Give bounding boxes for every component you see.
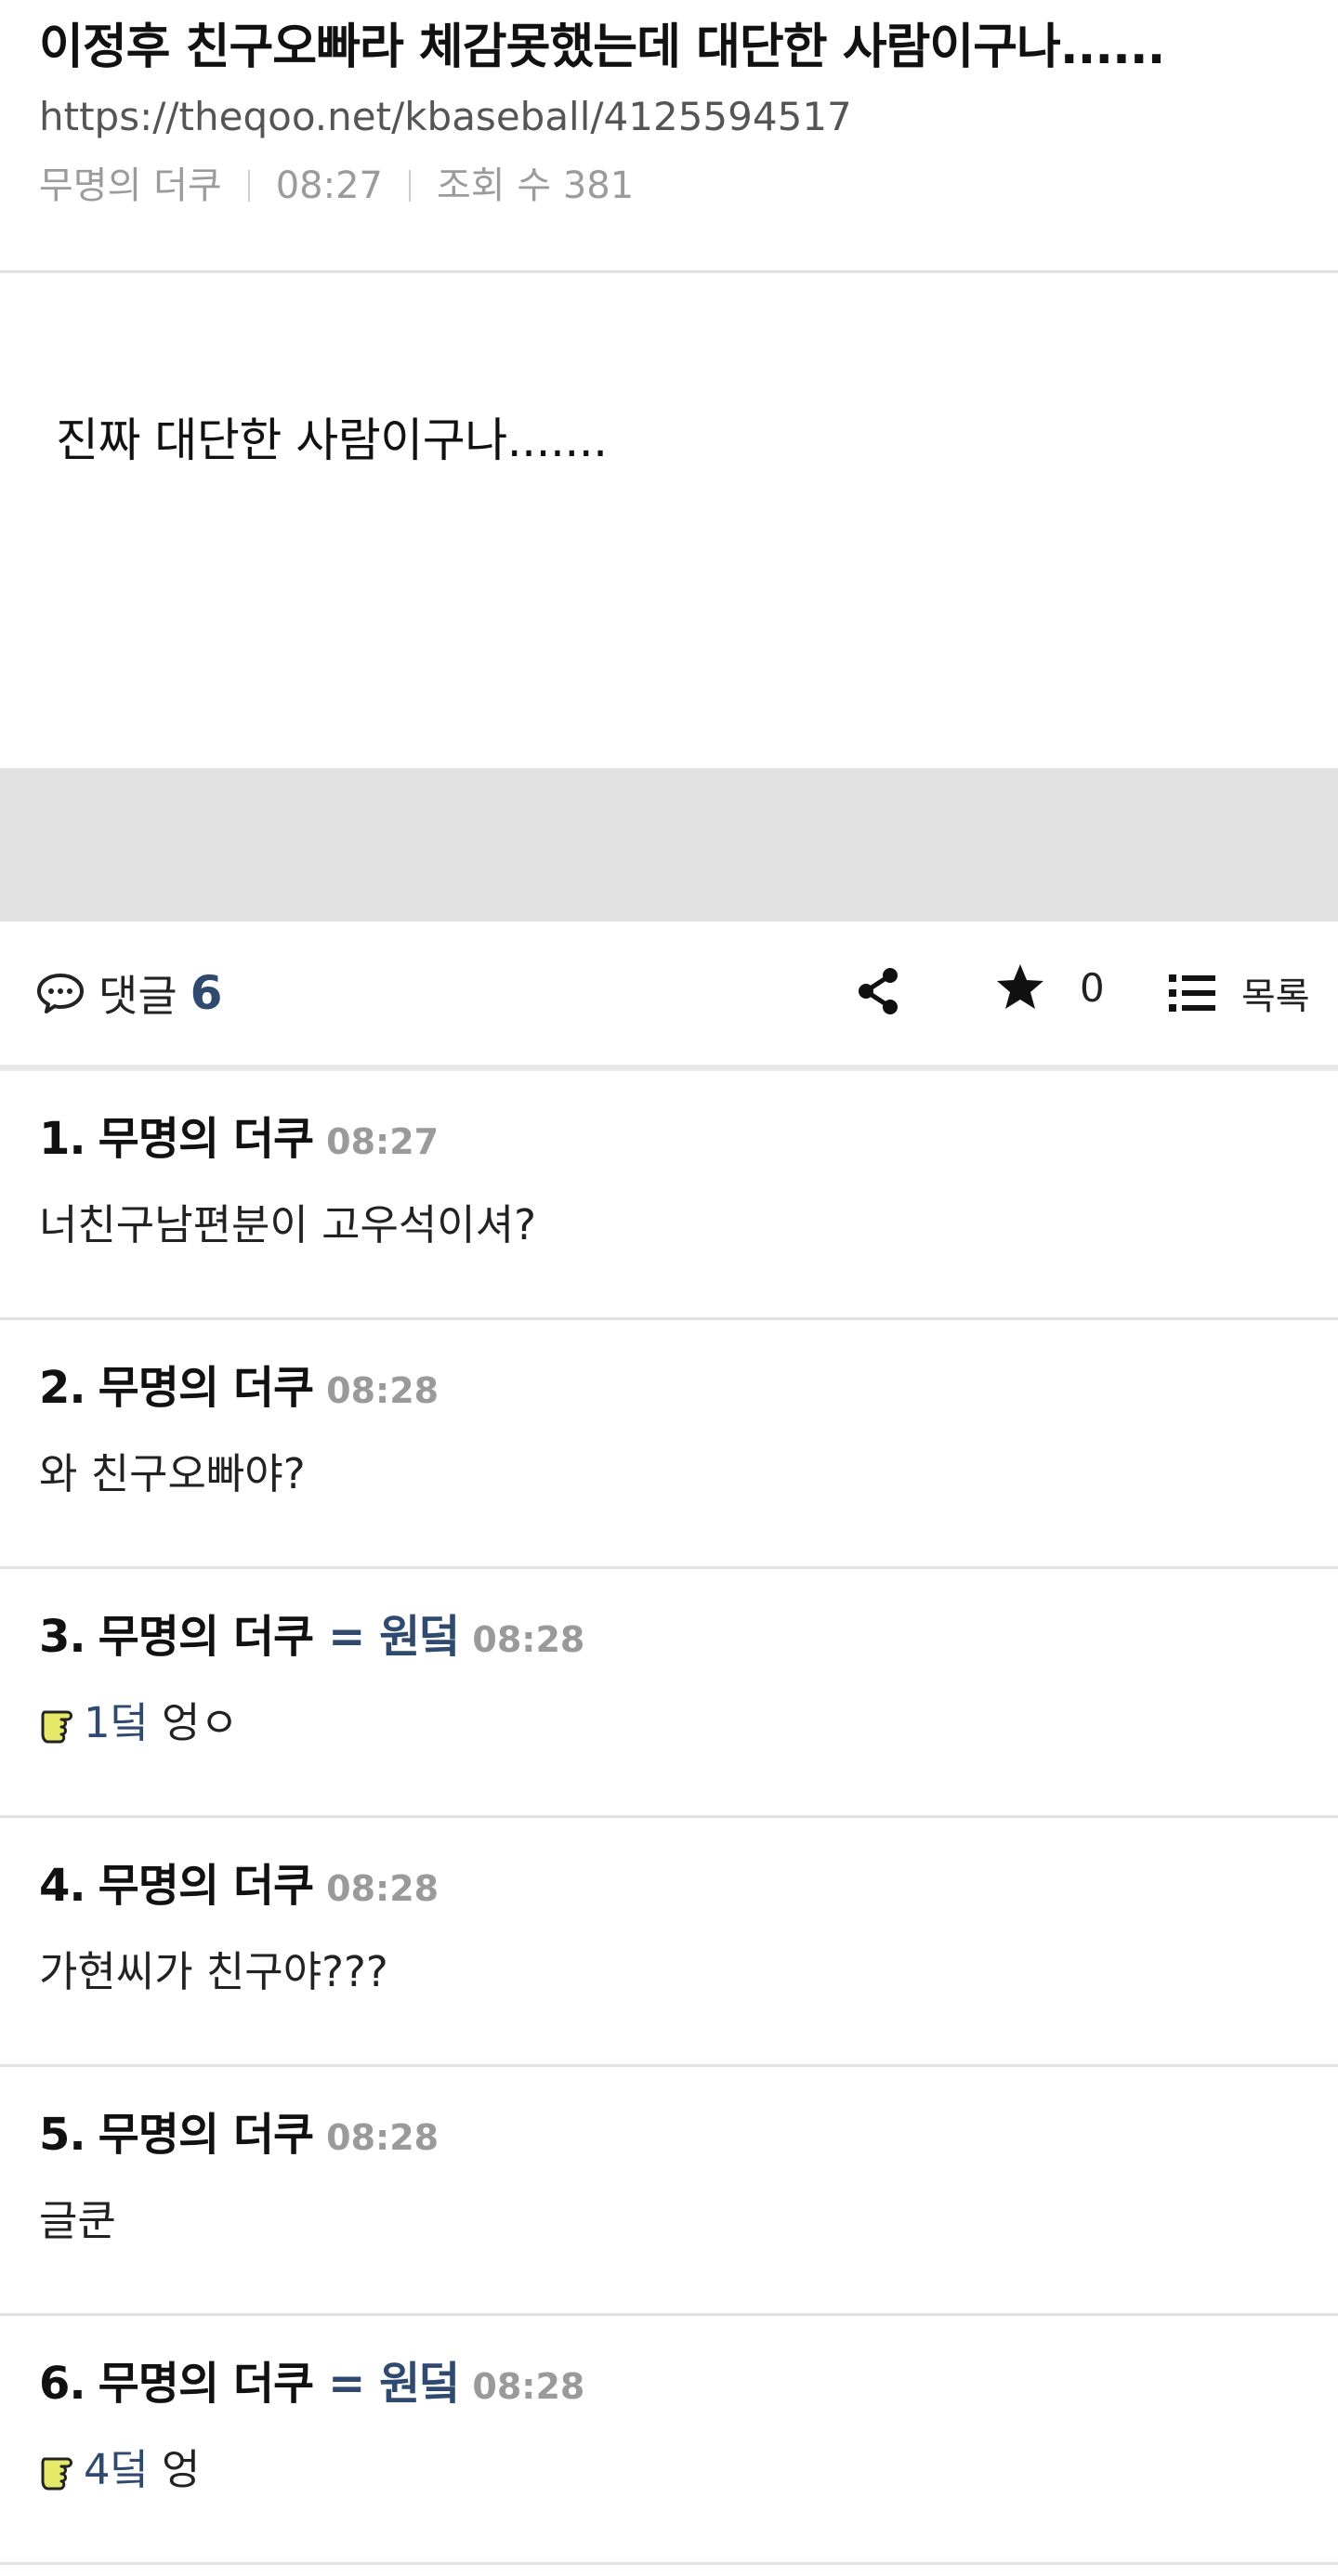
comment-item: 6. 무명의 더쿠 = 원덬 08:28 4덬 엉 bbox=[0, 2316, 1338, 2565]
comment-author[interactable]: 무명의 더쿠 bbox=[98, 2104, 315, 2165]
comment-time: 08:27 bbox=[326, 1121, 439, 1162]
comment-time: 08:28 bbox=[326, 2117, 439, 2158]
comment-item: 2. 무명의 더쿠 08:28 와 친구오빠야? bbox=[0, 1320, 1338, 1569]
comment-body: 1덬 엉ㅇ bbox=[39, 1691, 1299, 1756]
comment-author[interactable]: 무명의 더쿠 bbox=[98, 2353, 315, 2414]
reply-target-link[interactable]: 1덬 bbox=[84, 1691, 149, 1756]
post-author[interactable]: 무명의 더쿠 bbox=[39, 150, 222, 221]
post-views: 조회 수 381 bbox=[437, 164, 635, 207]
comment-text: 가현씨가 친구야??? bbox=[39, 1947, 388, 1996]
post-time: 08:27 bbox=[275, 164, 383, 207]
comment-header: 3. 무명의 더쿠 = 원덬 08:28 bbox=[39, 1606, 1299, 1670]
meta-divider bbox=[409, 170, 411, 202]
comment-number[interactable]: 4. bbox=[39, 1855, 86, 1916]
post-content: 진짜 대단한 사람이구나....... bbox=[0, 273, 1338, 768]
comments-label: 댓글 bbox=[98, 971, 177, 1021]
comment-item: 1. 무명의 더쿠 08:27 너친구남편분이 고우석이셔? bbox=[0, 1071, 1338, 1320]
comment-body: 와 친구오빠야? bbox=[39, 1442, 1299, 1507]
content-divider-band bbox=[0, 768, 1338, 922]
comment-number[interactable]: 1. bbox=[39, 1108, 86, 1170]
comment-author[interactable]: 무명의 더쿠 bbox=[98, 1606, 315, 1667]
comment-time: 08:28 bbox=[326, 1370, 439, 1411]
comment-text: 엉 bbox=[162, 2445, 201, 2494]
share-button[interactable] bbox=[855, 966, 901, 1020]
reply-target-link[interactable]: 4덬 bbox=[84, 2438, 149, 2503]
comment-body: 가현씨가 친구야??? bbox=[39, 1940, 1299, 2005]
comment-body: 너친구남편분이 고우석이셔? bbox=[39, 1193, 1299, 1258]
comment-text: 와 친구오빠야? bbox=[39, 1449, 306, 1498]
comment-number[interactable]: 5. bbox=[39, 2104, 86, 2165]
star-icon bbox=[997, 964, 1043, 1009]
pointing-hand-icon bbox=[41, 1710, 72, 1744]
comment-header: 2. 무명의 더쿠 08:28 bbox=[39, 1357, 1299, 1421]
comment-header: 4. 무명의 더쿠 08:28 bbox=[39, 1855, 1299, 1919]
comment-item: 4. 무명의 더쿠 08:28 가현씨가 친구야??? bbox=[0, 1818, 1338, 2067]
comment-icon bbox=[37, 974, 84, 1013]
comment-body: 4덬 엉 bbox=[39, 2438, 1299, 2503]
post-url[interactable]: https://theqoo.net/kbaseball/4125594517 bbox=[39, 84, 1299, 150]
comment-author[interactable]: 무명의 더쿠 bbox=[98, 1357, 315, 1419]
meta-divider bbox=[247, 170, 250, 202]
post-toolbar: 댓글 6 0 목록 bbox=[0, 922, 1338, 1071]
comment-author[interactable]: 무명의 더쿠 bbox=[98, 1855, 315, 1916]
comment-time: 08:28 bbox=[472, 2366, 585, 2407]
star-count: 0 bbox=[1080, 964, 1105, 1011]
comment-item: 3. 무명의 더쿠 = 원덬 08:28 1덬 엉ㅇ bbox=[0, 1569, 1338, 1818]
comment-number[interactable]: 6. bbox=[39, 2353, 86, 2414]
list-label: 목록 bbox=[1241, 975, 1310, 1018]
comment-header: 6. 무명의 더쿠 = 원덬 08:28 bbox=[39, 2353, 1299, 2417]
comments-toggle[interactable]: 댓글 6 bbox=[35, 962, 222, 1024]
post-header: 이정후 친구오빠라 체감못했는데 대단한 사람이구나...... https:/… bbox=[0, 0, 1338, 273]
comment-header: 1. 무명의 더쿠 08:27 bbox=[39, 1108, 1299, 1172]
share-icon bbox=[859, 968, 898, 1014]
comment-list: 1. 무명의 더쿠 08:27 너친구남편분이 고우석이셔? 2. 무명의 더쿠 08:28… bbox=[0, 1071, 1338, 2565]
comment-text: 너친구남편분이 고우석이셔? bbox=[39, 1200, 536, 1249]
comment-author[interactable]: 무명의 더쿠 bbox=[98, 1108, 315, 1170]
post-body: 진짜 대단한 사람이구나....... bbox=[56, 413, 608, 467]
star-button[interactable]: 0 bbox=[994, 962, 1105, 1013]
post-meta: 무명의 더쿠 08:27 조회 수 381 bbox=[39, 150, 1299, 221]
list-icon bbox=[1169, 974, 1215, 1012]
comment-time: 08:28 bbox=[472, 1619, 585, 1660]
comment-header: 5. 무명의 더쿠 08:28 bbox=[39, 2104, 1299, 2168]
list-button[interactable]: 목록 bbox=[1169, 966, 1310, 1020]
comment-body: 글쿤 bbox=[39, 2189, 1299, 2254]
comment-text: 엉ㅇ bbox=[162, 1698, 239, 1747]
post-title: 이정후 친구오빠라 체감못했는데 대단한 사람이구나...... bbox=[39, 20, 1165, 75]
pointing-hand-icon bbox=[41, 2457, 72, 2491]
comment-item: 5. 무명의 더쿠 08:28 글쿤 bbox=[0, 2067, 1338, 2316]
comment-time: 08:28 bbox=[326, 1868, 439, 1909]
comment-number[interactable]: 2. bbox=[39, 1357, 86, 1419]
original-poster-tag: = 원덬 bbox=[328, 1611, 460, 1663]
comment-number[interactable]: 3. bbox=[39, 1606, 86, 1667]
comments-count: 6 bbox=[190, 966, 223, 1020]
original-poster-tag: = 원덬 bbox=[328, 2358, 460, 2410]
comment-text: 글쿤 bbox=[39, 2196, 116, 2245]
